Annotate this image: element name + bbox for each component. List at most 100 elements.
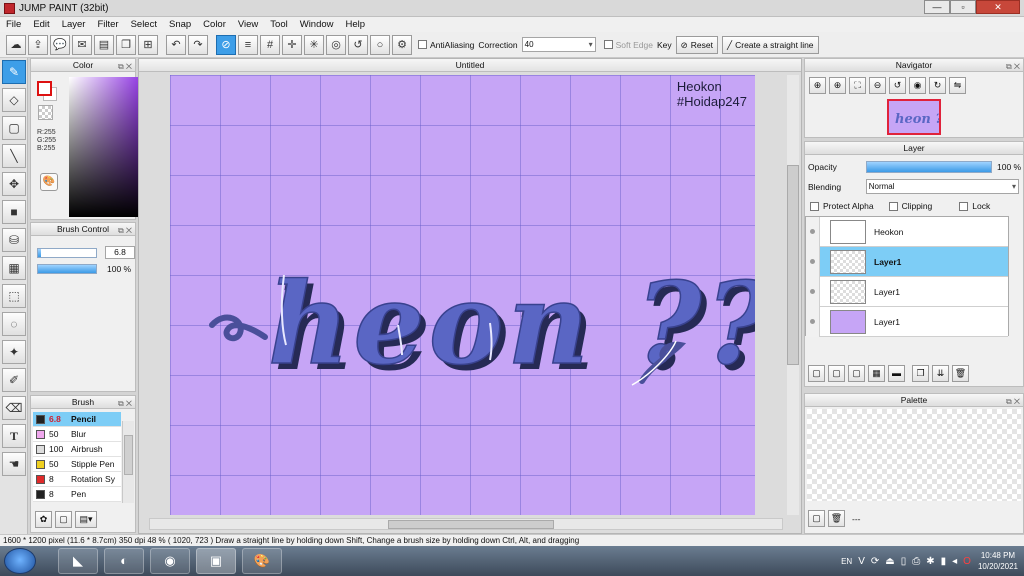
brush-menu-icon[interactable]: ▤▾ bbox=[75, 511, 97, 528]
zoom-out-icon[interactable]: ⊖ bbox=[869, 77, 886, 94]
flip-icon[interactable]: ⇋ bbox=[949, 77, 966, 94]
cloud-icon[interactable]: ☁ bbox=[6, 34, 26, 55]
start-button[interactable] bbox=[4, 548, 36, 574]
brush-item-rotation-symmetry[interactable]: 8 Rotation Sy bbox=[33, 472, 121, 487]
layer-visibility-toggle[interactable] bbox=[806, 306, 820, 337]
palette-picker-icon[interactable]: 🎨 bbox=[40, 173, 58, 191]
zoom-in-alt-icon[interactable]: ⊕ bbox=[829, 77, 846, 94]
phone-tray-icon[interactable]: ▯ bbox=[901, 556, 907, 567]
brush-settings-icon[interactable]: ✿ bbox=[35, 511, 52, 528]
layer-row-layer1-selected[interactable]: Layer1 bbox=[806, 246, 1008, 277]
lasso-icon[interactable]: ◌ bbox=[2, 312, 26, 336]
marquee-icon[interactable]: ⬚ bbox=[2, 284, 26, 308]
language-indicator[interactable]: EN bbox=[841, 557, 852, 566]
crossline-icon[interactable]: ✛ bbox=[282, 34, 302, 55]
transparent-swatch[interactable] bbox=[38, 105, 53, 120]
rotate-reset-icon[interactable]: ◉ bbox=[909, 77, 926, 94]
select-eraser-icon[interactable]: ⌫ bbox=[2, 396, 26, 420]
layer-visibility-toggle[interactable] bbox=[806, 276, 820, 307]
printer-tray-icon[interactable]: ⎙ bbox=[912, 556, 920, 567]
chrome-icon[interactable]: ◉ bbox=[150, 548, 190, 574]
reset-button[interactable]: ⊘ Reset bbox=[675, 35, 718, 54]
visual-studio-icon[interactable]: ◣ bbox=[58, 548, 98, 574]
lock-checkbox[interactable] bbox=[959, 201, 969, 211]
network-tray-icon[interactable]: ▮ bbox=[941, 556, 947, 567]
move-icon[interactable]: ✥ bbox=[2, 172, 26, 196]
bluetooth-tray-icon[interactable]: ✱ bbox=[926, 556, 934, 567]
palette-grid[interactable] bbox=[807, 409, 1021, 501]
fit-view-icon[interactable]: ⛶ bbox=[849, 77, 866, 94]
gradient-icon[interactable]: ▦ bbox=[2, 256, 26, 280]
layer-row-heokon[interactable]: Heokon bbox=[806, 216, 1008, 247]
gear-icon[interactable]: ⚙ bbox=[392, 34, 412, 55]
new-tone-layer-icon[interactable]: ▦ bbox=[868, 365, 885, 382]
curve-icon[interactable]: ↺ bbox=[348, 34, 368, 55]
new-palette-icon[interactable]: ▢ bbox=[808, 510, 825, 527]
radial-icon[interactable]: ✳ bbox=[304, 34, 324, 55]
redo-icon[interactable]: ↷ bbox=[188, 34, 208, 55]
circle-icon[interactable]: ○ bbox=[370, 34, 390, 55]
new-layer-8bit-icon[interactable]: ▢ bbox=[848, 365, 865, 382]
parallel-lines-icon[interactable]: ≡ bbox=[238, 34, 258, 55]
hand-icon[interactable]: ☚ bbox=[2, 452, 26, 476]
paint-icon[interactable]: 🎨 bbox=[242, 548, 282, 574]
bucket-icon[interactable]: ⛁ bbox=[2, 228, 26, 252]
delete-layer-icon[interactable]: 🗑 bbox=[952, 365, 969, 382]
new-layer-alt-icon[interactable]: ▢ bbox=[828, 365, 845, 382]
undo-icon[interactable]: ↶ bbox=[166, 34, 186, 55]
jump-paint-taskbar-icon[interactable]: ▣ bbox=[196, 548, 236, 574]
layer-visibility-toggle[interactable] bbox=[806, 216, 820, 247]
close-button[interactable]: ✕ bbox=[976, 0, 1020, 14]
line-tool-icon[interactable]: ╲ bbox=[2, 144, 26, 168]
delete-palette-icon[interactable]: 🗑 bbox=[828, 510, 845, 527]
rotate-right-icon[interactable]: ↻ bbox=[929, 77, 946, 94]
saturation-value-picker[interactable] bbox=[69, 77, 147, 217]
clipping-checkbox[interactable] bbox=[888, 201, 898, 211]
layer-row-layer1-base[interactable]: Layer1 bbox=[806, 306, 1008, 337]
select-pen-icon[interactable]: ✐ bbox=[2, 368, 26, 392]
brush-item-pen[interactable]: 8 Pen bbox=[33, 487, 121, 502]
menu-tool[interactable]: Tool bbox=[264, 17, 293, 32]
brush-list-scrollbar[interactable] bbox=[122, 421, 134, 503]
brush-tool-icon[interactable]: ✎ bbox=[2, 60, 26, 84]
concentric-icon[interactable]: ◎ bbox=[326, 34, 346, 55]
volume-tray-icon[interactable]: ◂ bbox=[952, 556, 957, 567]
usb-tray-icon[interactable]: ⏏ bbox=[885, 556, 894, 567]
no-snap-icon[interactable]: ⊘ bbox=[216, 34, 236, 55]
upload-icon[interactable]: ⇪ bbox=[28, 34, 48, 55]
shape-icon[interactable]: ■ bbox=[2, 200, 26, 224]
brush-item-pencil[interactable]: 6.8 Pencil bbox=[33, 412, 121, 427]
comment-icon[interactable]: 💬 bbox=[50, 34, 70, 55]
brush-size-value[interactable]: 6.8 bbox=[105, 246, 135, 259]
correction-select[interactable]: 40 bbox=[521, 37, 596, 52]
menu-window[interactable]: Window bbox=[294, 17, 340, 32]
soft-edge-checkbox[interactable] bbox=[603, 40, 613, 49]
new-brush-icon[interactable]: ▢ bbox=[55, 511, 72, 528]
new-layer-icon[interactable]: ▢ bbox=[808, 365, 825, 382]
menu-snap[interactable]: Snap bbox=[163, 17, 197, 32]
text-icon[interactable]: T bbox=[2, 424, 26, 448]
app-green-icon[interactable]: ◐ bbox=[104, 548, 144, 574]
brush-item-airbrush[interactable]: 100 Airbrush bbox=[33, 442, 121, 457]
maximize-button[interactable]: ▫ bbox=[950, 0, 976, 14]
rotate-left-icon[interactable]: ↺ bbox=[889, 77, 906, 94]
layer-opacity-slider[interactable] bbox=[866, 161, 992, 173]
brush-item-stipple-pen[interactable]: 50 Stipple Pen bbox=[33, 457, 121, 472]
layer-row-layer1[interactable]: Layer1 bbox=[806, 276, 1008, 307]
message-icon[interactable]: ✉ bbox=[72, 34, 92, 55]
blending-select[interactable]: Normal bbox=[865, 179, 1019, 194]
magic-wand-icon[interactable]: ✦ bbox=[2, 340, 26, 364]
minimize-button[interactable]: — bbox=[924, 0, 950, 14]
grid-add-icon[interactable]: ⊞ bbox=[138, 34, 158, 55]
menu-select[interactable]: Select bbox=[125, 17, 163, 32]
protect-alpha-checkbox[interactable] bbox=[810, 201, 819, 211]
menu-color[interactable]: Color bbox=[197, 17, 232, 32]
menu-view[interactable]: View bbox=[232, 17, 264, 32]
menu-file[interactable]: File bbox=[0, 17, 27, 32]
menu-help[interactable]: Help bbox=[340, 17, 372, 32]
eraser-icon[interactable]: ◇ bbox=[2, 88, 26, 112]
rectangle-select-icon[interactable]: ▢ bbox=[2, 116, 26, 140]
straight-line-button[interactable]: ╱ Create a straight line bbox=[721, 35, 819, 54]
foreground-swatch[interactable] bbox=[37, 81, 52, 96]
brush-opacity-slider[interactable] bbox=[37, 264, 97, 274]
